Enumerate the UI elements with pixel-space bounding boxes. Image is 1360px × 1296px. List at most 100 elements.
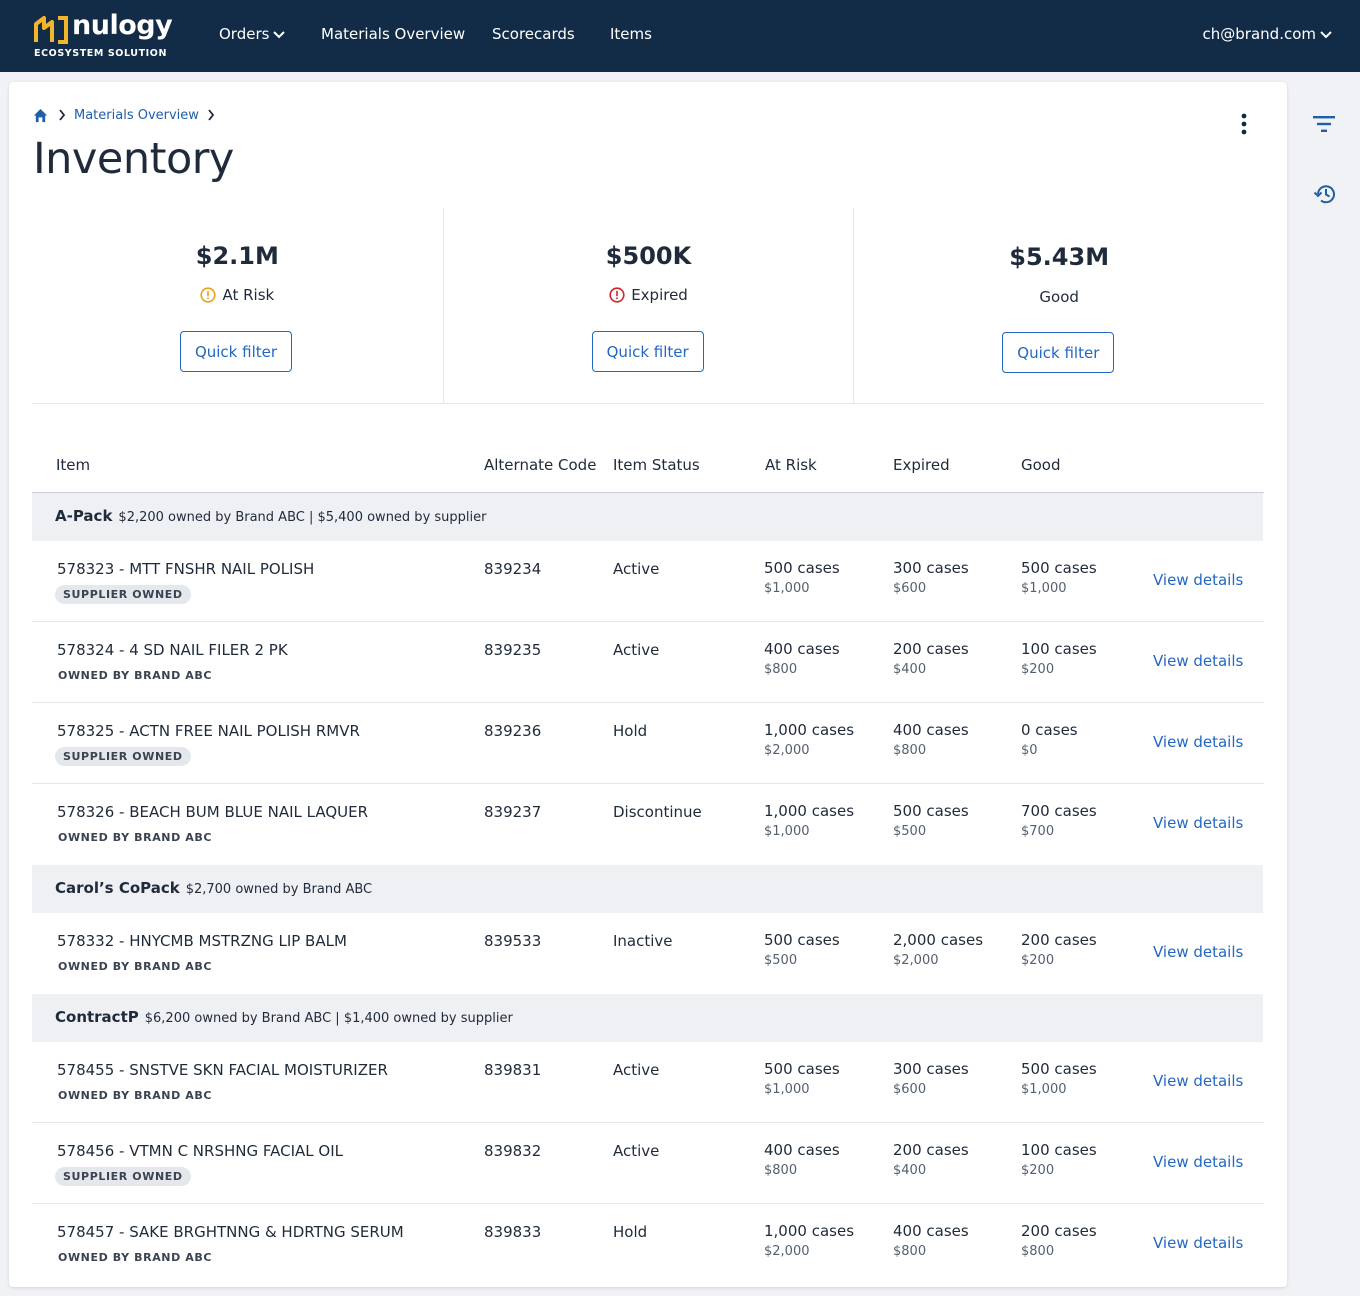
warning-circle-icon bbox=[200, 287, 217, 303]
expired-value: $500K bbox=[605, 242, 692, 270]
column-header-at-risk[interactable]: At Risk bbox=[765, 456, 817, 474]
table-row: 578325 - ACTN FREE NAIL POLISH RMVR SUPPL… bbox=[32, 703, 1264, 784]
item-status: Active bbox=[613, 560, 660, 578]
history-icon[interactable] bbox=[1313, 183, 1337, 205]
view-details-link[interactable]: View details bbox=[1153, 1153, 1243, 1171]
ownership-badge: OWNED BY BRAND ABC bbox=[58, 1089, 213, 1102]
expired-cases: 200 cases bbox=[893, 640, 969, 658]
view-details-link[interactable]: View details bbox=[1153, 1234, 1243, 1252]
error-circle-icon bbox=[609, 287, 625, 303]
expired-cell: 500 cases $500 bbox=[893, 802, 969, 839]
nav-scorecards[interactable]: Scorecards bbox=[492, 25, 575, 43]
at-risk-value: $1,000 bbox=[764, 581, 810, 596]
at-risk-cases: 1,000 cases bbox=[764, 721, 855, 739]
nulogy-logo[interactable]: nulogy ECOSYSTEM SOLUTION bbox=[34, 10, 174, 60]
view-details-link[interactable]: View details bbox=[1153, 1072, 1243, 1090]
good-cell: 200 cases $200 bbox=[1021, 931, 1097, 968]
good-value: $200 bbox=[1021, 1163, 1055, 1178]
at-risk-cell: 1,000 cases $2,000 bbox=[764, 721, 854, 758]
at-risk-cell: 1,000 cases $2,000 bbox=[764, 1222, 854, 1259]
alternate-code: 839533 bbox=[484, 932, 542, 950]
quick-filter-good-button[interactable]: Quick filter bbox=[1002, 332, 1115, 373]
filter-icon[interactable] bbox=[1312, 114, 1336, 134]
view-details-link[interactable]: View details bbox=[1153, 733, 1243, 751]
item-status: Discontinue bbox=[613, 803, 702, 821]
chevron-down-icon bbox=[1320, 30, 1332, 38]
good-value: $5.43M bbox=[1009, 243, 1110, 271]
user-menu[interactable]: ch@brand.com bbox=[1203, 25, 1332, 43]
at-risk-value: $2,000 bbox=[764, 1244, 810, 1259]
top-nav: nulogy ECOSYSTEM SOLUTION Orders Materia… bbox=[0, 0, 1360, 72]
at-risk-cases: 1,000 cases bbox=[764, 802, 855, 820]
item-name: 578456 - VTMN C NRSHNG FACIAL OIL bbox=[57, 1142, 343, 1160]
nav-orders[interactable]: Orders bbox=[219, 25, 286, 43]
view-details-link[interactable]: View details bbox=[1153, 814, 1243, 832]
at-risk-cell: 500 cases $500 bbox=[764, 931, 840, 968]
alternate-code: 839831 bbox=[484, 1061, 542, 1079]
at-risk-value: $1,000 bbox=[764, 824, 810, 839]
table-row: 578332 - HNYCMB MSTRZNG LIP BALM OWNED BY… bbox=[32, 913, 1264, 994]
page-title: Inventory bbox=[33, 134, 234, 184]
ownership-badge: OWNED BY BRAND ABC bbox=[58, 831, 213, 844]
summary-tile-expired: $500K Expired Quick filter bbox=[442, 208, 854, 404]
view-details-link[interactable]: View details bbox=[1153, 571, 1243, 589]
expired-value: $400 bbox=[893, 1163, 927, 1178]
expired-value: $2,000 bbox=[893, 953, 939, 968]
more-options-icon[interactable] bbox=[1234, 112, 1254, 136]
supplier-name: ContractP $6,200 owned by Brand ABC | $1,… bbox=[55, 1008, 513, 1026]
expired-cases: 500 cases bbox=[893, 802, 969, 820]
expired-cases: 400 cases bbox=[893, 721, 969, 739]
alternate-code: 839237 bbox=[484, 803, 542, 821]
logo-wordmark: nulogy bbox=[72, 10, 173, 41]
column-header-alternate-code[interactable]: Alternate Code bbox=[484, 456, 596, 474]
ownership-badge: SUPPLIER OWNED bbox=[55, 747, 191, 766]
nav-orders-label: Orders bbox=[219, 25, 270, 43]
quick-filter-at-risk-button[interactable]: Quick filter bbox=[180, 331, 292, 372]
table-row: 578456 - VTMN C NRSHNG FACIAL OIL SUPPLIE… bbox=[32, 1123, 1264, 1204]
good-value: $1,000 bbox=[1021, 581, 1067, 596]
supplier-name: A-Pack $2,200 owned by Brand ABC | $5,400… bbox=[55, 507, 486, 525]
item-name: 578326 - BEACH BUM BLUE NAIL LAQUER bbox=[57, 803, 369, 821]
good-cell: 100 cases $200 bbox=[1021, 1141, 1097, 1178]
expired-value: $600 bbox=[893, 1082, 927, 1097]
table-row: 578323 - MTT FNSHR NAIL POLISH SUPPLIER O… bbox=[32, 541, 1264, 622]
good-value: $1,000 bbox=[1021, 1082, 1067, 1097]
column-header-good[interactable]: Good bbox=[1021, 456, 1061, 474]
good-cell: 100 cases $200 bbox=[1021, 640, 1097, 677]
nav-items[interactable]: Items bbox=[610, 25, 652, 43]
expired-cell: 400 cases $800 bbox=[893, 721, 969, 758]
item-name: 578323 - MTT FNSHR NAIL POLISH bbox=[57, 560, 315, 578]
expired-cases: 400 cases bbox=[893, 1222, 969, 1240]
alternate-code: 839236 bbox=[484, 722, 542, 740]
quick-filter-expired-button[interactable]: Quick filter bbox=[591, 331, 704, 372]
table-row: 578457 - SAKE BRGHTNNG & HDRTNG SERUM OWN… bbox=[32, 1204, 1264, 1285]
item-status: Active bbox=[613, 1142, 660, 1160]
at-risk-label-row: At Risk bbox=[32, 286, 443, 304]
nav-materials-overview[interactable]: Materials Overview bbox=[321, 25, 465, 43]
supplier-name: Carol’s CoPack $2,700 owned by Brand ABC bbox=[55, 879, 372, 897]
item-name: 578332 - HNYCMB MSTRZNG LIP BALM bbox=[57, 932, 347, 950]
expired-cell: 200 cases $400 bbox=[893, 1141, 969, 1178]
column-header-item[interactable]: Item bbox=[56, 456, 90, 474]
home-icon[interactable] bbox=[33, 108, 48, 123]
column-header-item-status[interactable]: Item Status bbox=[613, 456, 700, 474]
good-cases: 200 cases bbox=[1021, 931, 1097, 949]
good-value: $200 bbox=[1021, 953, 1055, 968]
good-cell: 700 cases $700 bbox=[1021, 802, 1097, 839]
alternate-code: 839832 bbox=[484, 1142, 542, 1160]
expired-value: $500 bbox=[893, 824, 927, 839]
at-risk-cell: 500 cases $1,000 bbox=[764, 559, 840, 596]
at-risk-value: $800 bbox=[764, 1163, 798, 1178]
chevron-right-icon bbox=[59, 109, 66, 121]
view-details-link[interactable]: View details bbox=[1153, 652, 1243, 670]
expired-cell: 2,000 cases $2,000 bbox=[893, 931, 983, 968]
view-details-link[interactable]: View details bbox=[1153, 943, 1243, 961]
alternate-code: 839234 bbox=[484, 560, 542, 578]
chevron-right-icon bbox=[208, 109, 215, 121]
table-row: 578324 - 4 SD NAIL FILER 2 PK OWNED BY BR… bbox=[32, 622, 1264, 703]
column-header-expired[interactable]: Expired bbox=[893, 456, 950, 474]
at-risk-value: $800 bbox=[764, 662, 798, 677]
breadcrumb-materials-overview[interactable]: Materials Overview bbox=[74, 108, 199, 123]
good-cases: 100 cases bbox=[1021, 1141, 1097, 1159]
expired-cases: 300 cases bbox=[893, 1060, 969, 1078]
